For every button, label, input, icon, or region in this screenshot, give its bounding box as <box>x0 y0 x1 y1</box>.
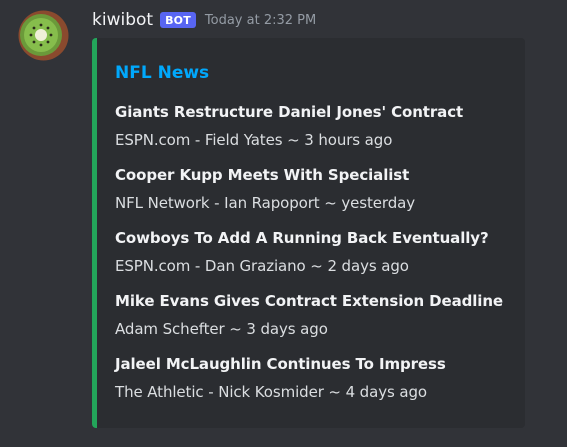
news-headline: Giants Restructure Daniel Jones' Contrac… <box>115 103 464 121</box>
news-source: NFL Network - Ian Rapoport ~ yesterday <box>115 194 416 212</box>
news-source: The Athletic - Nick Kosmider ~ 4 days ag… <box>115 383 427 401</box>
embed-title[interactable]: NFL News <box>115 63 209 83</box>
news-headline: Cooper Kupp Meets With Specialist <box>115 166 410 184</box>
news-item: Jaleel McLaughlin Continues To Impress T… <box>115 354 525 417</box>
timestamp[interactable]: Today at 2:32 PM <box>205 13 316 28</box>
news-headline: Mike Evans Gives Contract Extension Dead… <box>115 292 503 310</box>
kiwi-icon <box>18 10 69 61</box>
news-headline: Cowboys To Add A Running Back Eventually… <box>115 229 489 247</box>
news-embed: NFL News Giants Restructure Daniel Jones… <box>92 38 525 428</box>
news-item: Giants Restructure Daniel Jones' Contrac… <box>115 102 525 165</box>
username[interactable]: kiwibot <box>92 10 153 30</box>
news-source: Adam Schefter ~ 3 days ago <box>115 320 328 338</box>
news-source: ESPN.com - Dan Graziano ~ 2 days ago <box>115 257 409 275</box>
news-headline: Jaleel McLaughlin Continues To Impress <box>115 355 446 373</box>
avatar[interactable] <box>18 10 69 61</box>
news-item: Cooper Kupp Meets With Specialist NFL Ne… <box>115 165 525 228</box>
news-source: ESPN.com - Field Yates ~ 3 hours ago <box>115 131 393 149</box>
news-list: Giants Restructure Daniel Jones' Contrac… <box>115 102 525 417</box>
news-item: Mike Evans Gives Contract Extension Dead… <box>115 291 525 354</box>
bot-tag: BOT <box>160 12 196 28</box>
message-header: kiwibot BOT Today at 2:32 PM <box>92 8 316 32</box>
news-item: Cowboys To Add A Running Back Eventually… <box>115 228 525 291</box>
